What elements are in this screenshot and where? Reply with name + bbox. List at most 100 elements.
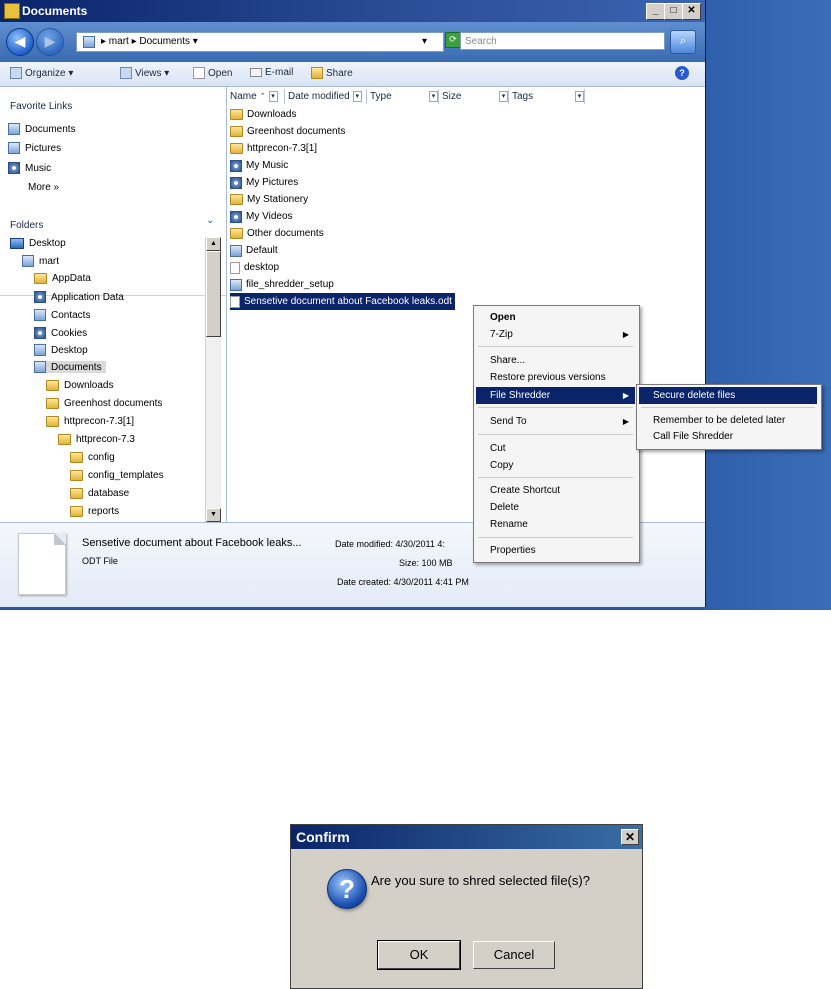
dialog-title-bar[interactable]: Confirm ✕ xyxy=(291,825,642,849)
file-row-selected[interactable]: Sensetive document about Facebook leaks.… xyxy=(230,293,455,310)
tree-item[interactable]: Downloads xyxy=(46,380,113,391)
refresh-icon[interactable]: ⟳ xyxy=(445,32,461,48)
favorite-pictures[interactable]: Pictures xyxy=(8,142,61,154)
file-row[interactable]: Default xyxy=(230,242,278,259)
menu-item-secure-delete[interactable]: Secure delete files xyxy=(639,387,817,404)
menu-item-create-shortcut[interactable]: Create Shortcut xyxy=(476,482,635,499)
scroll-thumb[interactable] xyxy=(206,251,221,337)
title-bar[interactable]: Documents _ □ ✕ xyxy=(0,0,705,22)
documents-icon xyxy=(8,123,20,135)
file-row[interactable]: desktop xyxy=(230,259,279,276)
column-dropdown-icon[interactable]: ▾ xyxy=(575,91,584,102)
file-row[interactable]: Downloads xyxy=(230,106,296,123)
share-label: Share xyxy=(326,67,353,79)
tree-item[interactable]: httprecon-7.3[1] xyxy=(46,416,134,427)
desktop-folder-icon xyxy=(34,344,46,356)
address-field[interactable]: ▸ mart ▸ Documents ▾ ▾ xyxy=(76,32,444,52)
scroll-down-arrow-icon[interactable]: ▼ xyxy=(206,508,221,522)
menu-item-send-to[interactable]: Send To ▶ xyxy=(476,413,635,430)
folder-icon xyxy=(46,416,59,427)
tree-item[interactable]: Greenhost documents xyxy=(46,398,162,409)
close-button[interactable]: ✕ xyxy=(682,3,701,20)
search-icon[interactable]: ⌕ xyxy=(670,30,696,54)
help-icon[interactable]: ? xyxy=(675,66,689,80)
tree-item[interactable]: Desktop xyxy=(34,344,88,356)
organize-button[interactable]: Organize ▾ xyxy=(10,67,73,79)
column-dropdown-icon[interactable]: ▾ xyxy=(268,91,278,102)
menu-item-rename[interactable]: Rename xyxy=(476,516,635,533)
address-bar: ◀ ▶ ▸ mart ▸ Documents ▾ ▾ ⟳ Search ⌕ xyxy=(0,22,705,62)
question-icon: ? xyxy=(327,869,367,909)
tree-item[interactable]: Cookies xyxy=(34,327,87,339)
column-date-modified[interactable]: Date modified ▾ xyxy=(285,89,367,104)
tree-item[interactable]: Desktop xyxy=(10,238,66,249)
file-row[interactable]: My Pictures xyxy=(230,174,298,191)
details-file-type: ODT File xyxy=(82,556,118,566)
menu-item-file-shredder[interactable]: File Shredder ▶ xyxy=(476,387,635,404)
back-button[interactable]: ◀ xyxy=(6,28,34,56)
tree-scrollbar[interactable]: ▲ ▼ xyxy=(205,237,221,522)
file-row[interactable]: file_shredder_setup xyxy=(230,276,334,293)
file-row[interactable]: My Music xyxy=(230,157,288,174)
column-tags[interactable]: Tags ▾ xyxy=(509,89,585,104)
maximize-button[interactable]: □ xyxy=(664,3,683,20)
column-headers: Name ⌃ ▾ Date modified ▾ Type ▾ Size ▾ Tags ▾ xyxy=(227,89,585,105)
menu-item-call-file-shredder[interactable]: Call File Shredder xyxy=(639,428,817,445)
more-links[interactable]: More » xyxy=(28,182,59,193)
breadcrumb[interactable]: ▸ mart ▸ Documents ▾ xyxy=(101,33,198,51)
column-name[interactable]: Name ⌃ ▾ xyxy=(227,89,285,104)
menu-item-restore-previous[interactable]: Restore previous versions xyxy=(476,369,635,386)
file-row[interactable]: Greenhost documents xyxy=(230,123,345,140)
tree-item[interactable]: database xyxy=(70,488,129,499)
details-date-created: Date created: 4/30/2011 4:41 PM xyxy=(337,577,469,587)
tree-item[interactable]: httprecon-7.3 xyxy=(58,434,135,445)
menu-item-properties[interactable]: Properties xyxy=(476,542,635,559)
user-folder-icon xyxy=(22,255,34,267)
column-dropdown-icon[interactable]: ▾ xyxy=(499,91,508,102)
file-row[interactable]: httprecon-7.3[1] xyxy=(230,140,317,157)
folder-icon xyxy=(58,434,71,445)
file-row[interactable]: My Stationery xyxy=(230,191,308,208)
folder-icon xyxy=(230,126,243,137)
window-title: Documents xyxy=(22,4,88,18)
menu-item-remember-delete-later[interactable]: Remember to be deleted later xyxy=(639,412,817,429)
dialog-close-icon[interactable]: ✕ xyxy=(621,829,639,845)
menu-item-delete[interactable]: Delete xyxy=(476,499,635,516)
chevron-down-icon[interactable]: ⌄ xyxy=(206,215,214,226)
tree-item[interactable]: config xyxy=(70,452,115,463)
file-row[interactable]: My Videos xyxy=(230,208,293,225)
minimize-button[interactable]: _ xyxy=(646,3,665,20)
menu-item-cut[interactable]: Cut xyxy=(476,440,635,457)
menu-item-7zip[interactable]: 7-Zip ▶ xyxy=(476,326,635,343)
cancel-button[interactable]: Cancel xyxy=(473,941,555,969)
menu-item-copy[interactable]: Copy xyxy=(476,457,635,474)
tree-item[interactable]: reports xyxy=(70,506,119,517)
search-input[interactable]: Search xyxy=(460,32,665,50)
tree-item[interactable]: AppData xyxy=(34,273,91,284)
column-dropdown-icon[interactable]: ▾ xyxy=(352,91,362,102)
music-icon xyxy=(8,162,20,174)
tree-item[interactable]: Contacts xyxy=(34,309,90,321)
open-button[interactable]: Open xyxy=(193,67,232,79)
file-row[interactable]: Other documents xyxy=(230,225,324,242)
column-size[interactable]: Size ▾ xyxy=(439,89,509,104)
tree-item[interactable]: mart xyxy=(22,255,59,267)
share-button[interactable]: Share xyxy=(311,67,353,79)
views-button[interactable]: Views ▾ xyxy=(120,67,169,79)
ok-button[interactable]: OK xyxy=(377,940,461,970)
tree-item[interactable]: Application Data xyxy=(34,291,124,303)
address-dropdown-icon[interactable]: ▾ xyxy=(422,33,427,51)
favorite-documents[interactable]: Documents xyxy=(8,123,76,135)
menu-item-open[interactable]: Open xyxy=(476,309,635,326)
folders-heading[interactable]: Folders xyxy=(10,220,43,231)
forward-button[interactable]: ▶ xyxy=(36,28,64,56)
menu-item-share[interactable]: Share... xyxy=(476,352,635,369)
favorite-music[interactable]: Music xyxy=(8,162,51,174)
email-button[interactable]: E-mail xyxy=(250,67,293,78)
scroll-up-arrow-icon[interactable]: ▲ xyxy=(206,237,221,251)
tree-item[interactable]: config_templates xyxy=(70,470,164,481)
column-type[interactable]: Type ▾ xyxy=(367,89,439,104)
desktop-icon xyxy=(10,238,24,249)
tree-item-selected[interactable]: Documents xyxy=(34,361,106,373)
column-dropdown-icon[interactable]: ▾ xyxy=(429,91,438,102)
